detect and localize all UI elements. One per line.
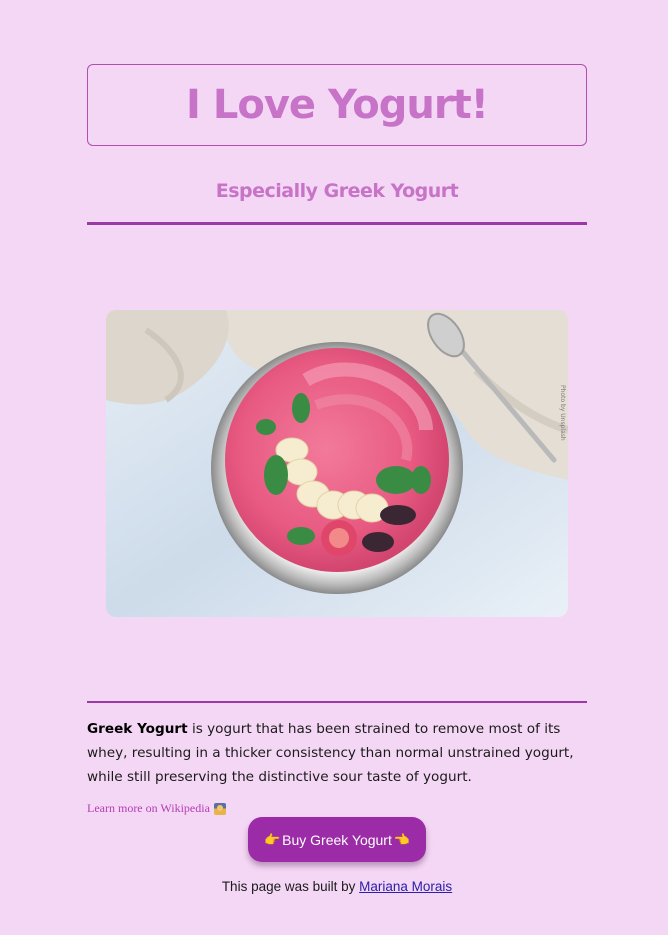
author-link[interactable]: Mariana Morais [359,879,452,894]
buy-button-label: Buy Greek Yogurt [282,831,392,848]
buy-greek-yogurt-button[interactable]: 👉 Buy Greek Yogurt 👈 [248,817,426,862]
footer-credit: This page was built by Mariana Morais [87,879,587,894]
divider-bottom [87,701,587,703]
page-container: I Love Yogurt! Especially Greek Yogurt P… [87,64,587,894]
page-title: I Love Yogurt! [186,82,489,128]
photo-credit: Photo by Unsplash [559,385,566,441]
page-subtitle: Especially Greek Yogurt [215,180,459,202]
wikipedia-link[interactable]: Learn more on Wikipedia [87,801,226,816]
divider-top [87,222,587,225]
description-term: Greek Yogurt [87,721,188,737]
footer-credit-prefix: This page was built by [221,879,360,894]
pointing-left-hand-icon: 👈 [393,832,411,847]
description-paragraph: Greek Yogurt is yogurt that has been str… [87,717,587,789]
sunrise-emoji-icon [213,802,226,815]
pointing-right-hand-icon: 👉 [263,832,281,847]
wikipedia-link-label: Learn more on Wikipedia [87,801,210,815]
hero-image: Photo by Unsplash [106,310,568,617]
title-box: I Love Yogurt! [87,64,587,146]
